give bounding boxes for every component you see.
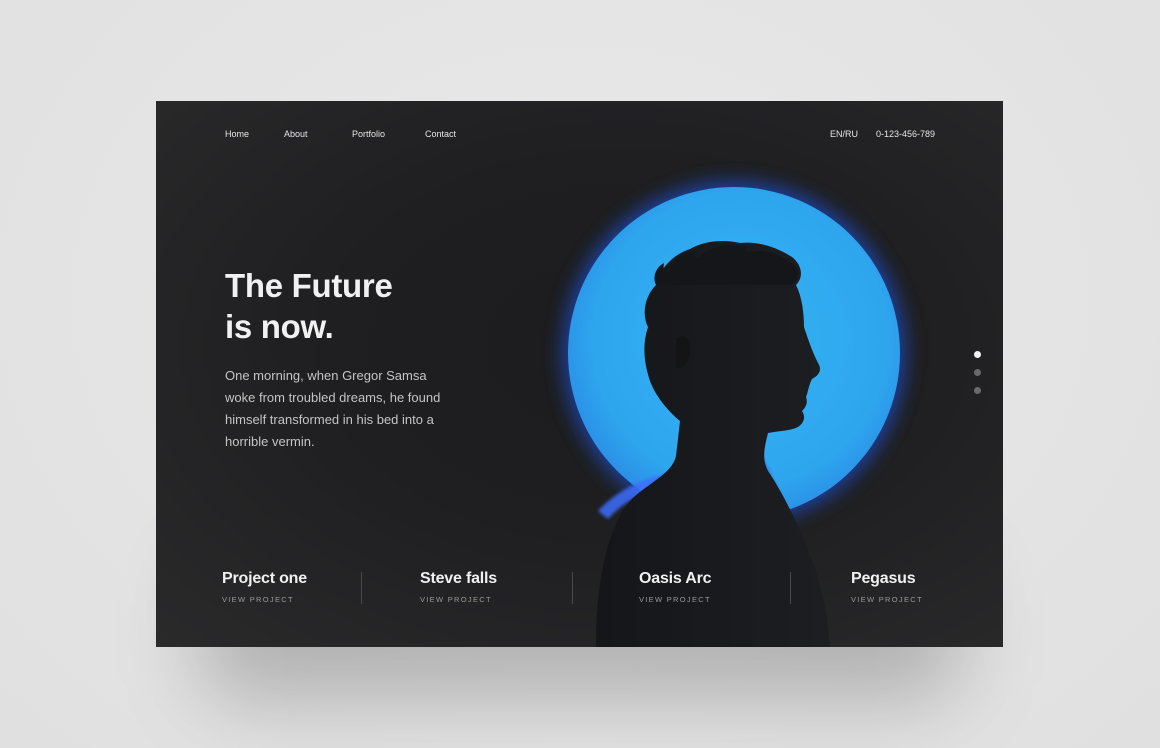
project-card-2[interactable]: Steve falls VIEW PROJECT (420, 570, 497, 604)
view-project-link[interactable]: VIEW PROJECT (420, 595, 497, 604)
phone-number[interactable]: 0-123-456-789 (876, 129, 935, 139)
project-title: Project one (222, 570, 307, 587)
top-nav: Home About Portfolio Contact EN/RU 0-123… (156, 129, 1003, 141)
project-card-3[interactable]: Oasis Arc VIEW PROJECT (639, 570, 712, 604)
view-project-link[interactable]: VIEW PROJECT (639, 595, 711, 604)
page-background: Home About Portfolio Contact EN/RU 0-123… (0, 0, 1160, 748)
project-title: Pegasus (851, 570, 916, 587)
slider-dots (974, 351, 982, 397)
project-title: Steve falls (420, 570, 497, 587)
hero-title-line-1: The Future (225, 267, 393, 304)
slider-dot-2[interactable] (974, 369, 981, 376)
slider-dot-1[interactable] (974, 351, 981, 358)
project-divider (790, 572, 791, 604)
slider-dot-3[interactable] (974, 387, 981, 394)
landing-card: Home About Portfolio Contact EN/RU 0-123… (156, 101, 1003, 647)
view-project-link[interactable]: VIEW PROJECT (851, 595, 923, 604)
project-card-4[interactable]: Pegasus VIEW PROJECT (851, 570, 923, 604)
nav-contact[interactable]: Contact (425, 129, 456, 139)
project-divider (361, 572, 362, 604)
hero-title-line-2: is now. (225, 308, 334, 345)
language-switch[interactable]: EN/RU (830, 129, 858, 139)
nav-portfolio[interactable]: Portfolio (352, 129, 385, 139)
project-card-1[interactable]: Project one VIEW PROJECT (222, 570, 307, 604)
project-divider (572, 572, 573, 604)
nav-about[interactable]: About (284, 129, 308, 139)
hero-description: One morning, when Gregor Samsa woke from… (225, 368, 441, 449)
hero-title: The Future is now. (225, 265, 525, 347)
project-title: Oasis Arc (639, 570, 712, 587)
view-project-link[interactable]: VIEW PROJECT (222, 595, 307, 604)
nav-home[interactable]: Home (225, 129, 249, 139)
